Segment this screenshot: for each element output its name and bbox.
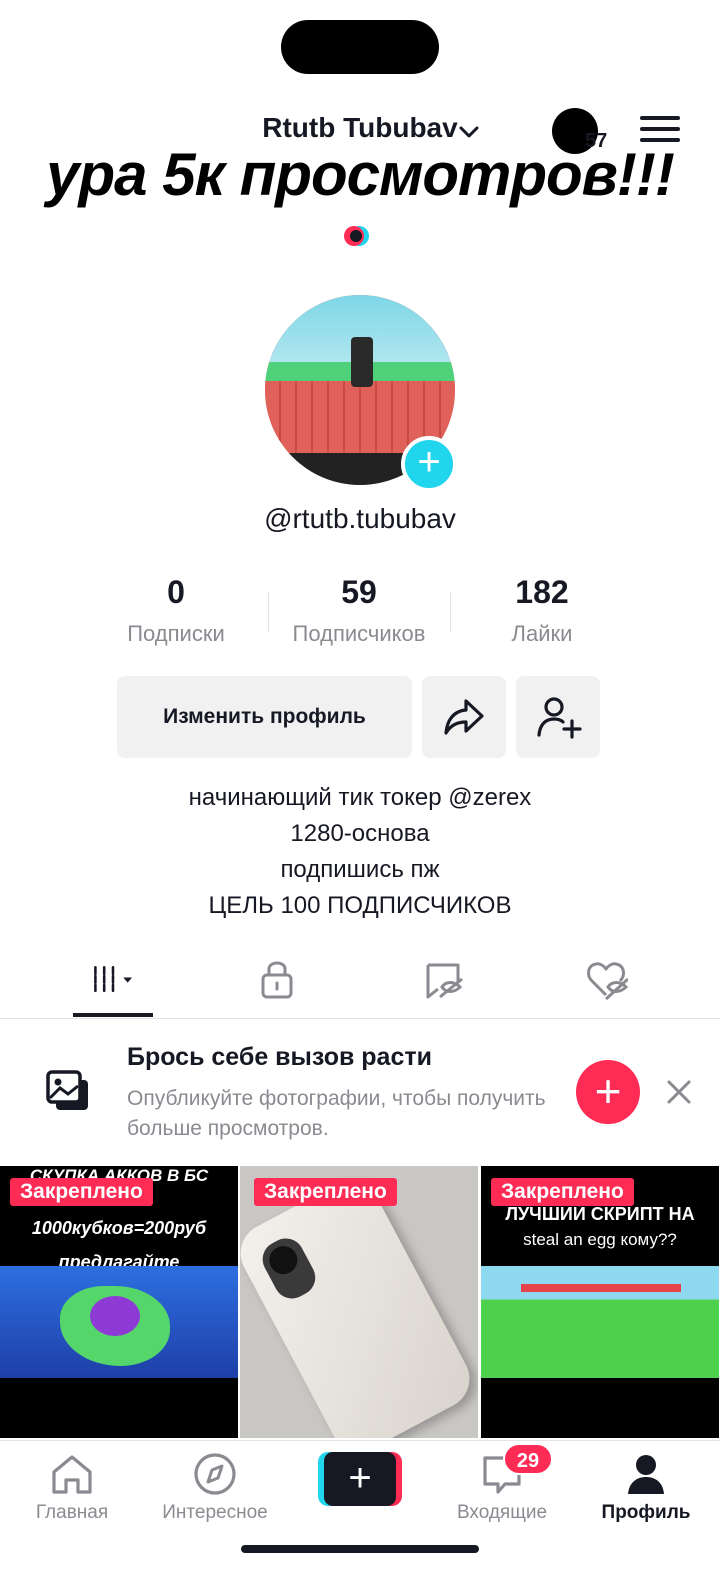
pinned-badge: Закреплено xyxy=(10,1178,153,1206)
promo-title: Брось себе вызов расти xyxy=(127,1043,432,1071)
stat-likes[interactable]: 182 Лайки xyxy=(452,574,632,647)
stat-divider xyxy=(450,592,451,632)
nav-profile[interactable]: Профиль xyxy=(576,1452,716,1524)
nav-profile-label: Профиль xyxy=(601,1502,691,1523)
share-profile-button[interactable] xyxy=(422,676,506,758)
tab-liked-icon[interactable] xyxy=(584,957,628,1001)
video-tile[interactable]: ЛУЧШИЙ СКРИПТ НА steal an egg кому?? Зак… xyxy=(481,1166,719,1438)
stat-likes-label: Лайки xyxy=(511,621,573,646)
bio-line: ЦЕЛЬ 100 ПОДПИСЧИКОВ xyxy=(208,892,512,919)
add-avatar-button[interactable]: + xyxy=(401,436,457,492)
profile-bio: начинающий тик токер @zerex 1280-основа … xyxy=(0,780,720,924)
edit-profile-button[interactable]: Изменить профиль xyxy=(117,676,412,758)
video-tile-text: steal an egg кому?? xyxy=(523,1230,677,1249)
promo-add-button[interactable]: + xyxy=(576,1060,640,1124)
tab-videos-grid-icon[interactable] xyxy=(91,957,135,1001)
username-text: Rtutb Tububav xyxy=(262,112,458,143)
video-thumbnail-detail xyxy=(521,1284,681,1292)
nav-home[interactable]: Главная xyxy=(2,1452,142,1524)
share-icon xyxy=(444,699,484,735)
video-thumbnail-character xyxy=(90,1296,140,1336)
pinned-badge: Закреплено xyxy=(254,1178,397,1206)
stat-followers[interactable]: 59 Подписчиков xyxy=(269,574,449,647)
chevron-down-icon[interactable] xyxy=(458,124,480,140)
add-friends-button[interactable] xyxy=(516,676,600,758)
promo-subtitle: Опубликуйте фотографии, чтобы получить б… xyxy=(127,1087,546,1140)
nav-home-label: Главная xyxy=(35,1502,109,1523)
compass-icon xyxy=(194,1453,236,1495)
nav-discover[interactable]: Интересное xyxy=(145,1452,285,1524)
video-thumbnail xyxy=(481,1266,719,1378)
photos-icon xyxy=(46,1070,88,1110)
home-indicator xyxy=(241,1545,479,1553)
bio-line: начинающий тик токер @zerex xyxy=(188,784,532,811)
tab-private-lock-icon[interactable] xyxy=(255,957,299,1001)
stat-following[interactable]: 0 Подписки xyxy=(86,574,266,647)
create-button[interactable]: + xyxy=(318,1452,402,1506)
video-thumbnail xyxy=(240,1170,478,1438)
stat-likes-value: 182 xyxy=(515,574,569,610)
dynamic-island xyxy=(281,20,439,74)
bio-line: подпишись пж xyxy=(280,856,440,883)
stat-followers-value: 59 xyxy=(341,574,377,610)
stories-indicator-icon xyxy=(344,226,369,246)
video-tile-text: 1000кубков=200руб xyxy=(31,1218,207,1238)
nav-discover-label: Интересное xyxy=(162,1502,268,1523)
video-overlay-caption: ура 5к просмотров!!! xyxy=(46,141,675,208)
active-tab-indicator xyxy=(73,1013,153,1017)
nav-inbox-label: Входящие xyxy=(456,1502,548,1523)
inbox-badge: 29 xyxy=(503,1443,553,1475)
pinned-badge: Закреплено xyxy=(491,1178,634,1206)
close-icon[interactable] xyxy=(664,1077,694,1107)
stat-following-value: 0 xyxy=(167,574,185,610)
video-tile-text: ЛУЧШИЙ СКРИПТ НА xyxy=(505,1204,695,1224)
profile-handle: @rtutb.tububav xyxy=(264,503,456,534)
video-tile[interactable]: СКУПКА АККОВ В БС 1000кубков=200руб пред… xyxy=(0,1166,238,1438)
tab-tagged-icon[interactable] xyxy=(422,957,466,1001)
plus-icon: + xyxy=(324,1452,396,1506)
add-user-icon xyxy=(537,697,582,739)
bio-line: 1280-основа xyxy=(290,820,430,847)
profile-icon xyxy=(628,1455,664,1494)
video-tile[interactable]: Закреплено xyxy=(240,1166,478,1438)
stat-followers-label: Подписчиков xyxy=(292,621,426,646)
home-icon xyxy=(52,1455,92,1494)
stat-following-label: Подписки xyxy=(127,621,225,646)
